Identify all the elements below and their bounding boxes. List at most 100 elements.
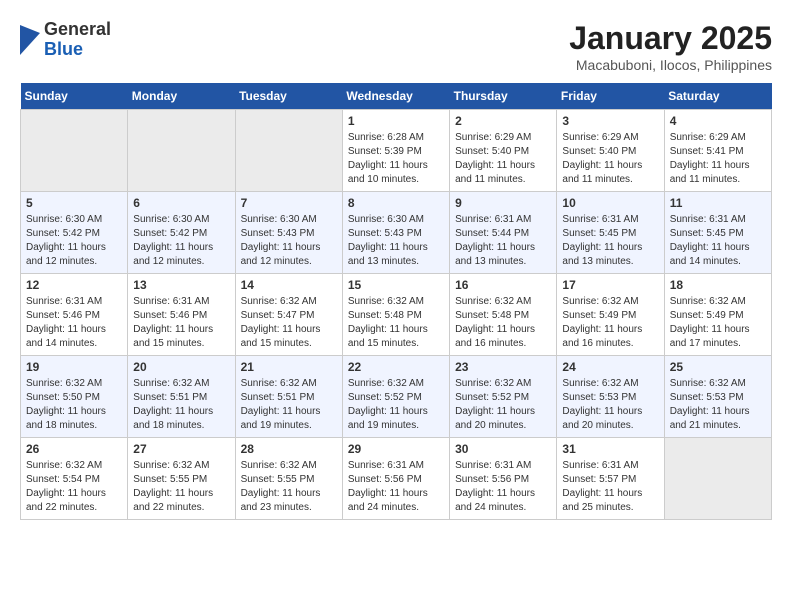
calendar-day-cell: 18 Sunrise: 6:32 AMSunset: 5:49 PMDayligh… xyxy=(664,274,771,356)
day-info: Sunrise: 6:32 AMSunset: 5:55 PMDaylight:… xyxy=(133,459,229,515)
day-number: 30 xyxy=(455,442,551,456)
calendar-day-cell: 6 Sunrise: 6:30 AMSunset: 5:42 PMDaylight… xyxy=(128,192,235,274)
title-block: January 2025 Macabuboni, Ilocos, Philipp… xyxy=(569,20,772,73)
calendar-day-cell xyxy=(235,110,342,192)
day-number: 31 xyxy=(562,442,658,456)
weekday-header-cell: Monday xyxy=(128,83,235,110)
day-info: Sunrise: 6:32 AMSunset: 5:48 PMDaylight:… xyxy=(348,295,444,351)
calendar-day-cell: 21Sunrise: 6:32 AMSunset: 5:51 PMDayligh… xyxy=(235,356,342,438)
day-number: 22 xyxy=(348,360,444,374)
logo-icon xyxy=(20,25,40,55)
day-info: Sunrise: 6:31 AMSunset: 5:46 PMDaylight:… xyxy=(26,295,122,351)
day-info: Sunrise: 6:29 AMSunset: 5:40 PMDaylight:… xyxy=(455,131,551,187)
calendar-table: SundayMondayTuesdayWednesdayThursdayFrid… xyxy=(20,83,772,520)
day-number: 8 xyxy=(348,196,444,210)
calendar-day-cell: 26Sunrise: 6:32 AMSunset: 5:54 PMDayligh… xyxy=(21,438,128,520)
day-number: 29 xyxy=(348,442,444,456)
calendar-day-cell xyxy=(128,110,235,192)
calendar-day-cell: 15 Sunrise: 6:32 AMSunset: 5:48 PMDayligh… xyxy=(342,274,449,356)
day-number: 19 xyxy=(26,360,122,374)
day-info: Sunrise: 6:29 AMSunset: 5:40 PMDaylight:… xyxy=(562,131,658,187)
day-info: Sunrise: 6:30 AMSunset: 5:42 PMDaylight:… xyxy=(133,213,229,269)
day-number: 9 xyxy=(455,196,551,210)
calendar-day-cell: 16 Sunrise: 6:32 AMSunset: 5:48 PMDayligh… xyxy=(450,274,557,356)
calendar-day-cell: 14Sunrise: 6:32 AMSunset: 5:47 PMDayligh… xyxy=(235,274,342,356)
calendar-day-cell: 5 Sunrise: 6:30 AMSunset: 5:42 PMDaylight… xyxy=(21,192,128,274)
calendar-day-cell: 23 Sunrise: 6:32 AMSunset: 5:52 PMDayligh… xyxy=(450,356,557,438)
day-info: Sunrise: 6:32 AMSunset: 5:55 PMDaylight:… xyxy=(241,459,337,515)
logo-general: General xyxy=(44,20,111,40)
day-number: 18 xyxy=(670,278,766,292)
calendar-week-row: 19 Sunrise: 6:32 AMSunset: 5:50 PMDayligh… xyxy=(21,356,772,438)
day-info: Sunrise: 6:30 AMSunset: 5:42 PMDaylight:… xyxy=(26,213,122,269)
calendar-day-cell: 12 Sunrise: 6:31 AMSunset: 5:46 PMDayligh… xyxy=(21,274,128,356)
weekday-header-row: SundayMondayTuesdayWednesdayThursdayFrid… xyxy=(21,83,772,110)
day-info: Sunrise: 6:32 AMSunset: 5:48 PMDaylight:… xyxy=(455,295,551,351)
calendar-day-cell: 30 Sunrise: 6:31 AMSunset: 5:56 PMDayligh… xyxy=(450,438,557,520)
day-info: Sunrise: 6:31 AMSunset: 5:46 PMDaylight:… xyxy=(133,295,229,351)
day-number: 27 xyxy=(133,442,229,456)
logo-text: General Blue xyxy=(44,20,111,60)
calendar-day-cell: 27 Sunrise: 6:32 AMSunset: 5:55 PMDayligh… xyxy=(128,438,235,520)
day-info: Sunrise: 6:32 AMSunset: 5:49 PMDaylight:… xyxy=(562,295,658,351)
day-number: 20 xyxy=(133,360,229,374)
weekday-header-cell: Sunday xyxy=(21,83,128,110)
day-info: Sunrise: 6:31 AMSunset: 5:57 PMDaylight:… xyxy=(562,459,658,515)
day-info: Sunrise: 6:32 AMSunset: 5:50 PMDaylight:… xyxy=(26,377,122,433)
day-number: 21 xyxy=(241,360,337,374)
day-number: 10 xyxy=(562,196,658,210)
calendar-day-cell: 22 Sunrise: 6:32 AMSunset: 5:52 PMDayligh… xyxy=(342,356,449,438)
calendar-day-cell: 28 Sunrise: 6:32 AMSunset: 5:55 PMDayligh… xyxy=(235,438,342,520)
calendar-day-cell: 25 Sunrise: 6:32 AMSunset: 5:53 PMDayligh… xyxy=(664,356,771,438)
day-info: Sunrise: 6:31 AMSunset: 5:56 PMDaylight:… xyxy=(455,459,551,515)
calendar-week-row: 12 Sunrise: 6:31 AMSunset: 5:46 PMDayligh… xyxy=(21,274,772,356)
calendar-day-cell: 4 Sunrise: 6:29 AMSunset: 5:41 PMDaylight… xyxy=(664,110,771,192)
day-number: 4 xyxy=(670,114,766,128)
day-info: Sunrise: 6:29 AMSunset: 5:41 PMDaylight:… xyxy=(670,131,766,187)
day-number: 26 xyxy=(26,442,122,456)
calendar-day-cell: 9 Sunrise: 6:31 AMSunset: 5:44 PMDaylight… xyxy=(450,192,557,274)
day-number: 15 xyxy=(348,278,444,292)
calendar-day-cell: 29Sunrise: 6:31 AMSunset: 5:56 PMDayligh… xyxy=(342,438,449,520)
day-info: Sunrise: 6:30 AMSunset: 5:43 PMDaylight:… xyxy=(348,213,444,269)
day-info: Sunrise: 6:31 AMSunset: 5:44 PMDaylight:… xyxy=(455,213,551,269)
calendar-day-cell: 10 Sunrise: 6:31 AMSunset: 5:45 PMDayligh… xyxy=(557,192,664,274)
day-number: 23 xyxy=(455,360,551,374)
day-number: 7 xyxy=(241,196,337,210)
day-number: 13 xyxy=(133,278,229,292)
day-info: Sunrise: 6:32 AMSunset: 5:49 PMDaylight:… xyxy=(670,295,766,351)
day-number: 16 xyxy=(455,278,551,292)
weekday-header-cell: Tuesday xyxy=(235,83,342,110)
calendar-day-cell xyxy=(664,438,771,520)
day-info: Sunrise: 6:32 AMSunset: 5:47 PMDaylight:… xyxy=(241,295,337,351)
day-info: Sunrise: 6:32 AMSunset: 5:52 PMDaylight:… xyxy=(455,377,551,433)
day-number: 6 xyxy=(133,196,229,210)
day-info: Sunrise: 6:32 AMSunset: 5:51 PMDaylight:… xyxy=(133,377,229,433)
calendar-day-cell: 17Sunrise: 6:32 AMSunset: 5:49 PMDayligh… xyxy=(557,274,664,356)
day-number: 25 xyxy=(670,360,766,374)
day-number: 12 xyxy=(26,278,122,292)
calendar-day-cell: 1Sunrise: 6:28 AMSunset: 5:39 PMDaylight… xyxy=(342,110,449,192)
day-number: 28 xyxy=(241,442,337,456)
day-info: Sunrise: 6:28 AMSunset: 5:39 PMDaylight:… xyxy=(348,131,444,187)
calendar-day-cell: 13 Sunrise: 6:31 AMSunset: 5:46 PMDayligh… xyxy=(128,274,235,356)
calendar-day-cell xyxy=(21,110,128,192)
day-info: Sunrise: 6:31 AMSunset: 5:45 PMDaylight:… xyxy=(562,213,658,269)
location: Macabuboni, Ilocos, Philippines xyxy=(569,57,772,73)
day-info: Sunrise: 6:32 AMSunset: 5:52 PMDaylight:… xyxy=(348,377,444,433)
calendar-day-cell: 7Sunrise: 6:30 AMSunset: 5:43 PMDaylight… xyxy=(235,192,342,274)
page-header: General Blue January 2025 Macabuboni, Il… xyxy=(20,20,772,73)
day-info: Sunrise: 6:31 AMSunset: 5:45 PMDaylight:… xyxy=(670,213,766,269)
calendar-day-cell: 2Sunrise: 6:29 AMSunset: 5:40 PMDaylight… xyxy=(450,110,557,192)
day-info: Sunrise: 6:32 AMSunset: 5:53 PMDaylight:… xyxy=(562,377,658,433)
calendar-day-cell: 19 Sunrise: 6:32 AMSunset: 5:50 PMDayligh… xyxy=(21,356,128,438)
day-info: Sunrise: 6:32 AMSunset: 5:53 PMDaylight:… xyxy=(670,377,766,433)
calendar-week-row: 1Sunrise: 6:28 AMSunset: 5:39 PMDaylight… xyxy=(21,110,772,192)
calendar-body: 1Sunrise: 6:28 AMSunset: 5:39 PMDaylight… xyxy=(21,110,772,520)
calendar-day-cell: 31 Sunrise: 6:31 AMSunset: 5:57 PMDayligh… xyxy=(557,438,664,520)
calendar-day-cell: 8 Sunrise: 6:30 AMSunset: 5:43 PMDaylight… xyxy=(342,192,449,274)
day-number: 5 xyxy=(26,196,122,210)
calendar-week-row: 5 Sunrise: 6:30 AMSunset: 5:42 PMDaylight… xyxy=(21,192,772,274)
logo-blue: Blue xyxy=(44,40,111,60)
day-number: 11 xyxy=(670,196,766,210)
